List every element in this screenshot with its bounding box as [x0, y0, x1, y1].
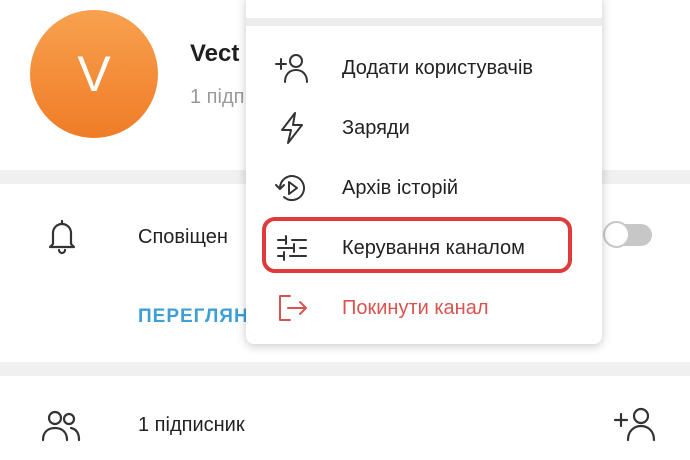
section-divider [0, 362, 690, 376]
add-user-icon [275, 54, 308, 83]
users-icon [41, 410, 81, 442]
channel-context-menu: Додати користувачів Заряди Архів історій… [246, 0, 602, 344]
story-archive-icon [275, 175, 305, 202]
view-link[interactable]: ПЕРЕГЛЯН [138, 306, 249, 328]
channel-avatar: V [30, 10, 158, 138]
members-label: 1 підписник [138, 414, 245, 436]
menu-item-boosts[interactable]: Заряди [246, 98, 602, 158]
menu-item-leave-channel[interactable]: Покинути канал [246, 278, 602, 338]
channel-subscriber-count: 1 підп [190, 86, 245, 108]
menu-item-label: Архів історій [342, 177, 459, 199]
highlight-outline [262, 217, 572, 273]
avatar-letter: V [77, 46, 111, 102]
channel-name: Vect [190, 40, 240, 67]
leave-icon [279, 295, 307, 321]
menu-item-add-users[interactable]: Додати користувачів [246, 38, 602, 98]
add-user-icon[interactable] [612, 404, 658, 444]
menu-divider [246, 18, 602, 26]
toggle-knob [603, 221, 630, 248]
bell-icon [48, 219, 76, 255]
menu-item-label: Додати користувачів [342, 57, 534, 79]
menu-item-label: Заряди [342, 117, 410, 139]
lightning-icon [281, 112, 303, 144]
notifications-toggle[interactable] [603, 221, 652, 248]
notifications-label: Сповіщен [138, 226, 228, 248]
menu-item-story-archive[interactable]: Архів історій [246, 158, 602, 218]
menu-item-label: Покинути канал [342, 297, 489, 319]
